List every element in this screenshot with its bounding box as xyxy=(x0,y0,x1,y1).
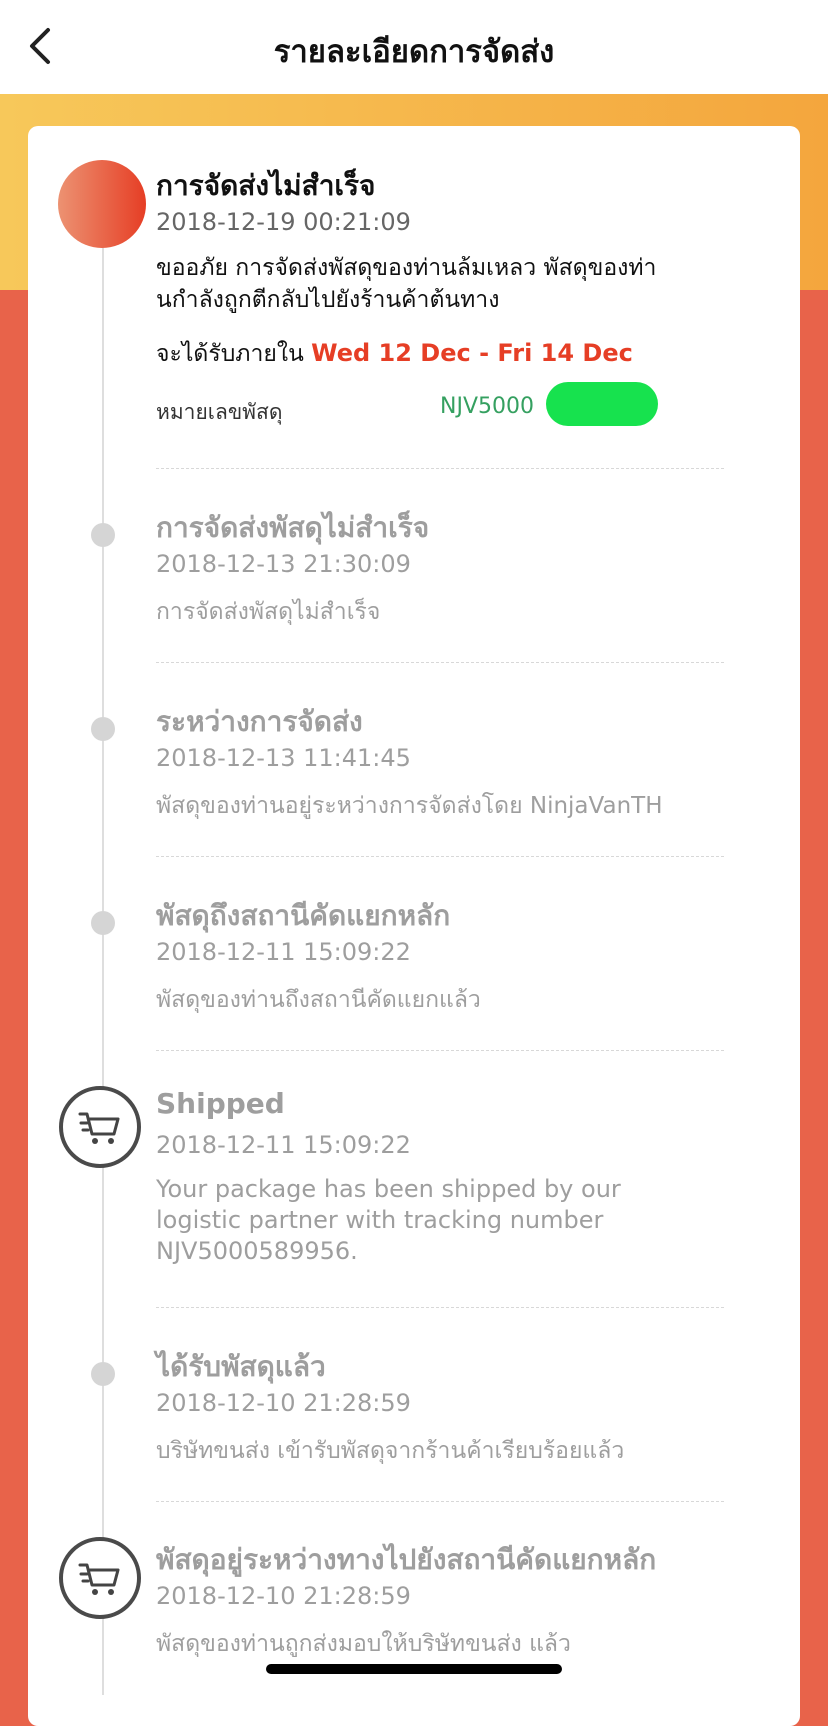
event-desc-line: Your package has been shipped by our xyxy=(156,1175,621,1203)
home-indicator[interactable] xyxy=(266,1664,562,1674)
current-status-time: 2018-12-19 00:21:09 xyxy=(156,208,411,236)
eta-range: Wed 12 Dec - Fri 14 Dec xyxy=(311,339,633,367)
page-title: รายละเอียดการจัดส่ง xyxy=(273,34,555,70)
event-title: ระหว่างการจัดส่ง xyxy=(156,705,363,738)
status-failed-icon xyxy=(58,160,146,248)
event-time: 2018-12-10 21:28:59 xyxy=(156,1582,411,1610)
timeline-dot xyxy=(91,717,115,741)
timeline-dot xyxy=(91,911,115,935)
event-description: พัสดุของท่านอยู่ระหว่างการจัดส่งโดย Ninj… xyxy=(156,793,663,819)
separator xyxy=(156,468,724,469)
timeline-line xyxy=(102,215,104,1695)
timeline-dot xyxy=(91,523,115,547)
event-time: 2018-12-11 15:09:22 xyxy=(156,938,411,966)
event-description: บริษัทขนส่ง เข้ารับพัสดุจากร้านค้าเรียบร… xyxy=(156,1438,625,1464)
separator xyxy=(156,856,724,857)
event-desc-line: NJV5000589956. xyxy=(156,1237,358,1265)
event-time: 2018-12-11 15:09:22 xyxy=(156,1131,411,1159)
event-desc-line: logistic partner with tracking number xyxy=(156,1206,604,1234)
event-description: พัสดุของท่านถูกส่งมอบให้บริษัทขนส่ง แล้ว xyxy=(156,1631,571,1657)
separator xyxy=(156,1307,724,1308)
parcel-number-label: หมายเลขพัสดุ xyxy=(156,400,283,424)
parcel-number[interactable]: NJV5000 xyxy=(440,394,534,419)
event-title: การจัดส่งพัสดุไม่สำเร็จ xyxy=(156,511,430,544)
event-description: การจัดส่งพัสดุไม่สำเร็จ xyxy=(156,599,381,625)
separator xyxy=(156,1501,724,1502)
separator xyxy=(156,662,724,663)
separator xyxy=(156,1050,724,1051)
shopping-cart-icon xyxy=(59,1537,141,1619)
redaction-mark xyxy=(546,382,658,426)
shopping-cart-icon xyxy=(59,1086,141,1168)
eta-row: จะได้รับภายใน Wed 12 Dec - Fri 14 Dec xyxy=(156,336,633,372)
event-description: พัสดุของท่านถึงสถานีคัดแยกแล้ว xyxy=(156,987,481,1013)
eta-label: จะได้รับภายใน xyxy=(156,341,304,367)
current-status-desc-line1: ขออภัย การจัดส่งพัสดุของท่านล้มเหลว พัสด… xyxy=(156,255,657,281)
event-time: 2018-12-13 11:41:45 xyxy=(156,744,411,772)
event-time: 2018-12-13 21:30:09 xyxy=(156,550,411,578)
event-title: พัสดุอยู่ระหว่างทางไปยังสถานีคัดแยกหลัก xyxy=(156,1543,657,1576)
event-time: 2018-12-10 21:28:59 xyxy=(156,1389,411,1417)
header-bar: รายละเอียดการจัดส่ง xyxy=(0,0,828,94)
timeline-dot xyxy=(91,1362,115,1386)
current-status-desc-line2: นกำลังถูกตีกลับไปยังร้านค้าต้นทาง xyxy=(156,287,500,313)
event-title: Shipped xyxy=(156,1087,285,1120)
event-title: ได้รับพัสดุแล้ว xyxy=(156,1350,326,1383)
event-description: Your package has been shipped by our log… xyxy=(156,1174,716,1267)
current-status-title: การจัดส่งไม่สำเร็จ xyxy=(156,169,376,202)
current-status-description: ขออภัย การจัดส่งพัสดุของท่านล้มเหลว พัสด… xyxy=(156,252,736,316)
event-title: พัสดุถึงสถานีคัดแยกหลัก xyxy=(156,899,451,932)
